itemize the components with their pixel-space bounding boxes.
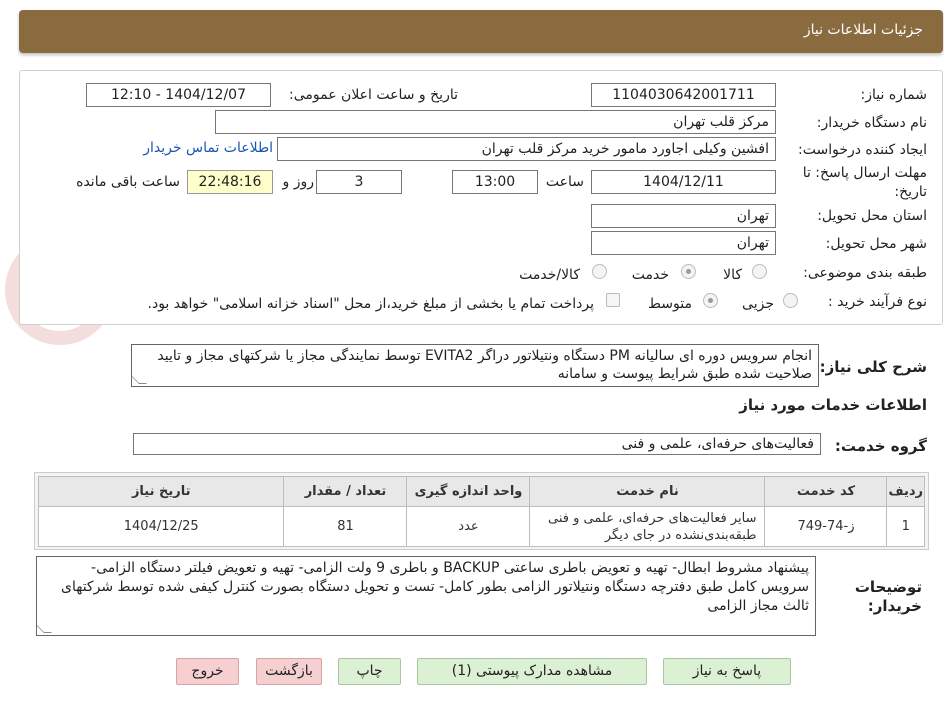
- back-button[interactable]: بازگشت: [256, 658, 322, 685]
- province-field[interactable]: تهران: [591, 204, 776, 228]
- table-row: 1 ز-74-749 سایر فعالیت‌های حرفه‌ای، علمی…: [37, 506, 925, 547]
- category-goods-service-label: کالا/خدمت: [519, 267, 580, 283]
- buyer-notes-label-2: خریدار:: [867, 597, 922, 615]
- remaining-days-field[interactable]: 3: [316, 170, 402, 194]
- service-group-field[interactable]: فعالیت‌های حرفه‌ای، علمی و فنی: [133, 433, 821, 455]
- process-medium-label: متوسط: [648, 296, 692, 312]
- view-attachments-button[interactable]: مشاهده مدارک پیوستی (1): [417, 658, 647, 685]
- treasury-payment-note: پرداخت تمام یا بخشی از مبلغ خرید،از محل …: [147, 296, 594, 312]
- remaining-time-field[interactable]: 22:48:16: [187, 170, 273, 194]
- cell-row: 1: [886, 506, 925, 547]
- deadline-label-date: تاریخ:: [894, 184, 927, 200]
- deadline-label: مهلت ارسال پاسخ: تا: [802, 165, 927, 181]
- buyer-notes-textarea[interactable]: پیشنهاد مشروط ابطال- تهیه و تعویض باطری …: [36, 556, 816, 636]
- buyer-org-label: نام دستگاه خریدار:: [816, 115, 927, 131]
- announce-datetime-field[interactable]: 1404/12/07 - 12:10: [86, 83, 271, 107]
- services-table: ردیف کد خدمت نام خدمت واحد اندازه گیری ت…: [37, 476, 925, 547]
- cell-service-name: سایر فعالیت‌های حرفه‌ای، علمی و فنی طبقه…: [529, 506, 766, 547]
- print-button[interactable]: چاپ: [338, 658, 401, 685]
- deadline-time-field[interactable]: 13:00: [452, 170, 538, 194]
- exit-button[interactable]: خروج: [176, 658, 239, 685]
- col-unit: واحد اندازه گیری: [406, 476, 531, 507]
- category-service-radio[interactable]: [681, 264, 696, 279]
- city-label: شهر محل تحویل:: [825, 236, 927, 252]
- treasury-payment-checkbox[interactable]: [606, 293, 620, 307]
- need-number-label: شماره نیاز:: [860, 87, 928, 103]
- description-textarea[interactable]: انجام سرویس دوره ای سالیانه PM دستگاه ون…: [131, 344, 819, 387]
- cell-service-code: ز-74-749: [764, 506, 888, 547]
- city-field[interactable]: تهران: [591, 231, 776, 255]
- cell-need-date: 1404/12/25: [37, 506, 285, 547]
- col-need-date: تاریخ نیاز: [37, 476, 285, 507]
- deadline-time-label: ساعت: [545, 174, 584, 190]
- description-text: انجام سرویس دوره ای سالیانه PM دستگاه ون…: [157, 348, 812, 382]
- page-title: جزئیات اطلاعات نیاز: [803, 22, 923, 38]
- col-quantity: تعداد / مقدار: [283, 476, 408, 507]
- requester-field[interactable]: افشین وکیلی اجاورد مامور خرید مرکز قلب ت…: [277, 137, 776, 161]
- resize-grip-icon[interactable]: [131, 376, 147, 384]
- buyer-org-field[interactable]: مرکز قلب تهران: [215, 110, 776, 134]
- remaining-time-label: ساعت باقی مانده: [76, 174, 180, 190]
- category-label: طبقه بندی موضوعی:: [803, 265, 927, 281]
- services-section-title: اطلاعات خدمات مورد نیاز: [739, 396, 927, 414]
- reply-button[interactable]: پاسخ به نیاز: [663, 658, 791, 685]
- col-service-code: کد خدمت: [764, 476, 888, 507]
- buyer-notes-label: توضیحات: [854, 578, 922, 596]
- col-row: ردیف: [886, 476, 925, 507]
- requester-label: ایجاد کننده درخواست:: [798, 142, 927, 158]
- col-service-name: نام خدمت: [529, 476, 766, 507]
- description-label: شرح کلی نیاز:: [819, 358, 927, 376]
- buyer-contact-link[interactable]: اطلاعات تماس خریدار: [143, 140, 273, 156]
- process-minor-radio[interactable]: [783, 293, 798, 308]
- cell-unit: عدد: [406, 506, 531, 547]
- resize-grip-icon[interactable]: [36, 625, 52, 633]
- days-label: روز و: [282, 174, 315, 190]
- process-type-label: نوع فرآیند خرید :: [828, 294, 927, 310]
- province-label: استان محل تحویل:: [817, 208, 927, 224]
- need-details-panel: [19, 70, 943, 325]
- page-header: جزئیات اطلاعات نیاز: [19, 10, 943, 53]
- buyer-notes-text: پیشنهاد مشروط ابطال- تهیه و تعویض باطری …: [61, 560, 809, 614]
- category-goods-service-radio[interactable]: [592, 264, 607, 279]
- announce-label: تاریخ و ساعت اعلان عمومی:: [289, 87, 458, 103]
- cell-quantity: 81: [283, 506, 408, 547]
- service-group-label: گروه خدمت:: [834, 437, 927, 455]
- category-goods-label: کالا: [723, 267, 742, 283]
- process-minor-label: جزیی: [742, 296, 774, 312]
- deadline-date-field[interactable]: 1404/12/11: [591, 170, 776, 194]
- category-goods-radio[interactable]: [752, 264, 767, 279]
- services-table-header: ردیف کد خدمت نام خدمت واحد اندازه گیری ت…: [37, 476, 925, 507]
- process-medium-radio[interactable]: [703, 293, 718, 308]
- need-number-field[interactable]: 1104030642001711: [591, 83, 776, 107]
- category-service-label: خدمت: [631, 267, 669, 283]
